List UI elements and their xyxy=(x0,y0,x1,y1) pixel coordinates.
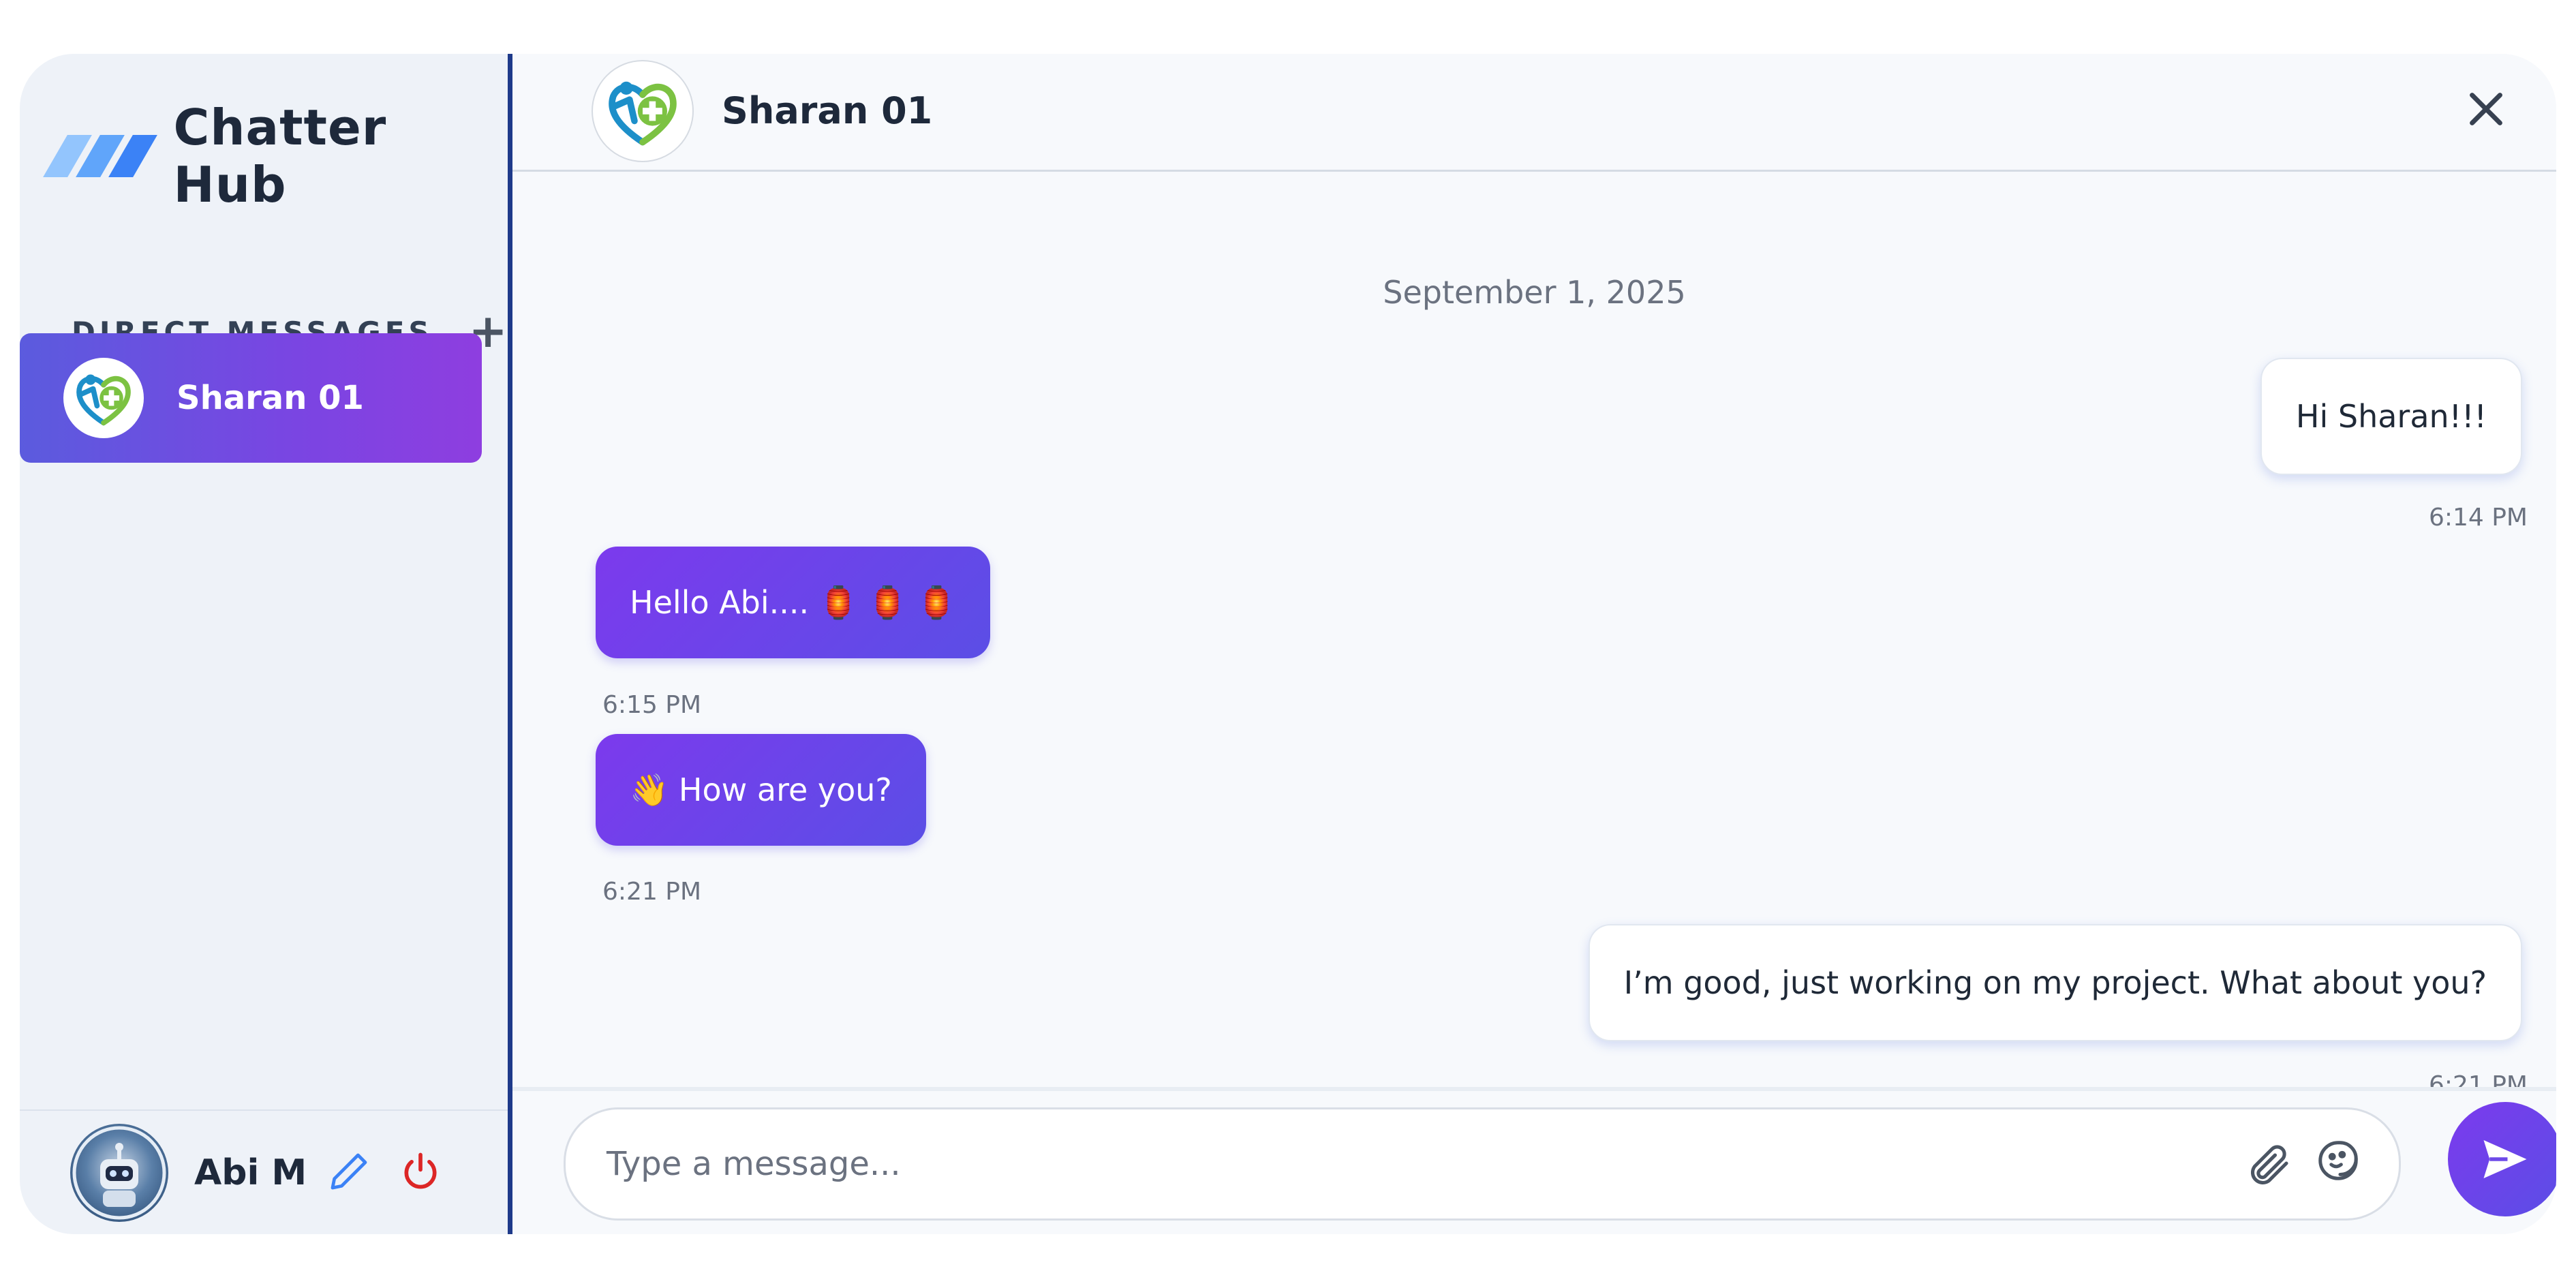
health-heart-logo-icon xyxy=(76,374,131,426)
robot-avatar-icon xyxy=(72,1126,166,1219)
chat-title: Sharan 01 xyxy=(722,89,933,132)
avatar xyxy=(63,358,144,438)
send-icon xyxy=(2483,1140,2527,1178)
message-bubble-incoming[interactable]: Hello Abi.... 🏮 🏮 🏮 xyxy=(596,547,990,658)
message-bubble-outgoing[interactable]: I’m good, just working on my project. Wh… xyxy=(1588,924,2522,1041)
message-text: I’m good, just working on my project. Wh… xyxy=(1623,964,2487,1001)
chat-app: Chatter Hub DIRECT MESSAGES + Sharan 01 … xyxy=(20,54,2556,1234)
sidebar-item-label: Sharan 01 xyxy=(177,379,364,417)
health-heart-logo-icon xyxy=(609,81,677,146)
sidebar-item-sharan-01[interactable]: Sharan 01 xyxy=(20,333,482,463)
send-button[interactable] xyxy=(2448,1102,2556,1216)
power-icon xyxy=(404,1152,437,1189)
logout-button[interactable] xyxy=(399,1150,442,1195)
message-input-placeholder: Type a message... xyxy=(607,1145,901,1183)
current-user-bar: Abi M xyxy=(20,1109,508,1234)
message-text: 👋 How are you? xyxy=(630,771,892,808)
message-time: 6:15 PM xyxy=(602,691,702,719)
message-composer: Type a message... xyxy=(512,1087,2556,1234)
message-input[interactable]: Type a message... xyxy=(564,1107,2401,1221)
chat-main: Sharan 01 September 1, 2025 Hi Sharan!!!… xyxy=(512,54,2556,1234)
message-time: 6:14 PM xyxy=(2428,504,2528,532)
close-icon xyxy=(2470,93,2502,125)
edit-profile-button[interactable] xyxy=(327,1150,371,1196)
message-list[interactable]: September 1, 2025 Hi Sharan!!! 6:14 PM H… xyxy=(512,172,2556,1099)
sidebar: Chatter Hub DIRECT MESSAGES + Sharan 01 … xyxy=(20,54,512,1234)
date-divider: September 1, 2025 xyxy=(1383,274,1686,311)
avatar xyxy=(592,60,694,162)
message-bubble-incoming[interactable]: 👋 How are you? xyxy=(596,734,926,846)
brand-title: Chatter Hub xyxy=(173,99,387,213)
paperclip-icon xyxy=(2250,1145,2288,1185)
message-text: Hi Sharan!!! xyxy=(2295,398,2487,435)
message-bubble-outgoing[interactable]: Hi Sharan!!! xyxy=(2260,358,2522,475)
current-user-name: Abi M xyxy=(194,1152,307,1193)
attach-button[interactable] xyxy=(2245,1141,2295,1193)
user-avatar[interactable] xyxy=(70,1123,168,1222)
pencil-icon xyxy=(331,1153,367,1189)
message-text: Hello Abi.... 🏮 🏮 🏮 xyxy=(630,583,956,621)
close-chat-button[interactable] xyxy=(2462,85,2510,133)
brand: Chatter Hub xyxy=(43,99,508,213)
chat-header: Sharan 01 xyxy=(512,54,2556,172)
brand-logo-icon xyxy=(43,132,157,180)
message-time: 6:21 PM xyxy=(602,878,702,906)
sticker-icon xyxy=(2318,1141,2358,1180)
sticker-button[interactable] xyxy=(2314,1137,2362,1187)
